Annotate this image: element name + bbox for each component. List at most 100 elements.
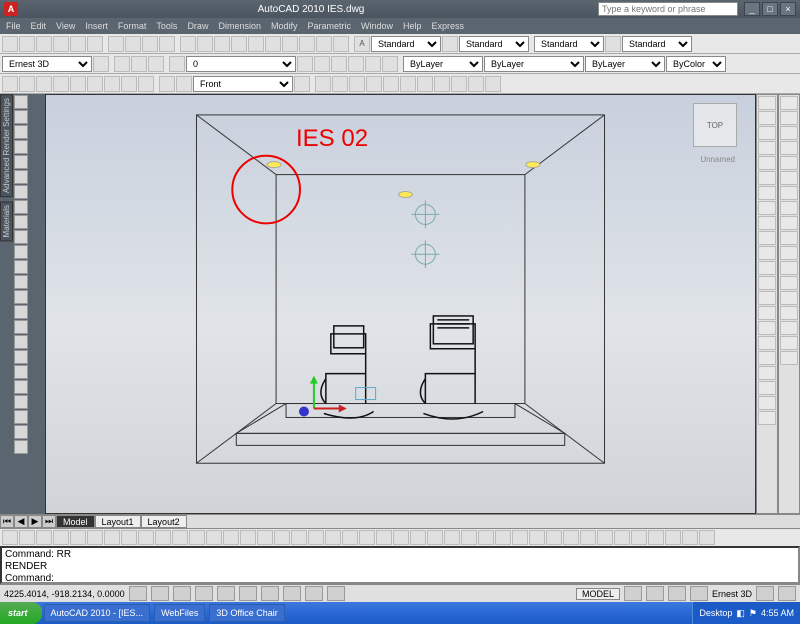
mod-icon[interactable]	[780, 186, 798, 200]
mod-icon[interactable]	[780, 276, 798, 290]
menu-help[interactable]: Help	[403, 21, 422, 31]
textstyle-combo[interactable]: Standard	[371, 36, 441, 52]
command-window[interactable]: Command: RR RENDER Command:	[0, 546, 800, 584]
dim-icon[interactable]	[349, 76, 365, 92]
tool-icon[interactable]	[189, 530, 205, 545]
mod-icon[interactable]	[758, 276, 776, 290]
tool-icon[interactable]	[376, 530, 392, 545]
osnap-toggle[interactable]	[217, 586, 235, 601]
ellipse-icon[interactable]	[14, 170, 28, 184]
polar-toggle[interactable]	[195, 586, 213, 601]
tool-icon[interactable]	[19, 530, 35, 545]
arc-icon[interactable]	[14, 140, 28, 154]
zoom-icon[interactable]	[104, 76, 120, 92]
tool-icon[interactable]	[648, 530, 664, 545]
tool-icon[interactable]	[131, 56, 147, 72]
taskbar-item-officechair[interactable]: 3D Office Chair	[209, 604, 284, 622]
tool-icon[interactable]	[53, 530, 69, 545]
tool-icon[interactable]	[393, 530, 409, 545]
text-icon[interactable]	[14, 200, 28, 214]
show-desktop[interactable]: Desktop	[699, 608, 732, 618]
tool-icon[interactable]	[325, 530, 341, 545]
app-logo-icon[interactable]: A	[4, 2, 18, 16]
menu-insert[interactable]: Insert	[85, 21, 108, 31]
mod-icon[interactable]	[780, 126, 798, 140]
tab-layout2[interactable]: Layout2	[141, 515, 187, 528]
menu-express[interactable]: Express	[432, 21, 465, 31]
tool-icon[interactable]	[529, 530, 545, 545]
tool-icon[interactable]	[14, 425, 28, 439]
tool-icon[interactable]	[14, 410, 28, 424]
tool-icon[interactable]	[631, 530, 647, 545]
status-icon[interactable]	[690, 586, 708, 601]
undo-icon[interactable]	[70, 36, 86, 52]
status-icon[interactable]	[624, 586, 642, 601]
tablestyle-combo[interactable]: Standard	[534, 36, 604, 52]
mod-icon[interactable]	[758, 171, 776, 185]
mod-icon[interactable]	[780, 201, 798, 215]
zoom-icon[interactable]	[2, 76, 18, 92]
view-icon[interactable]	[159, 76, 175, 92]
menu-draw[interactable]: Draw	[187, 21, 208, 31]
mod-icon[interactable]	[758, 246, 776, 260]
lwt-toggle[interactable]	[305, 586, 323, 601]
taskbar-item-webfiles[interactable]: WebFiles	[154, 604, 205, 622]
mod-icon[interactable]	[780, 261, 798, 275]
otrack-toggle[interactable]	[239, 586, 257, 601]
save-icon[interactable]	[36, 36, 52, 52]
tool-icon[interactable]	[342, 530, 358, 545]
print-icon[interactable]	[53, 36, 69, 52]
match-icon[interactable]	[159, 36, 175, 52]
tool-icon[interactable]	[291, 530, 307, 545]
tray-icon[interactable]: ⚑	[749, 608, 757, 619]
mod-icon[interactable]	[758, 126, 776, 140]
tool-icon[interactable]	[172, 530, 188, 545]
zoom-icon[interactable]	[70, 76, 86, 92]
mod-icon[interactable]	[780, 156, 798, 170]
zoom-icon[interactable]	[36, 76, 52, 92]
tool-icon[interactable]	[699, 530, 715, 545]
tool-icon[interactable]	[563, 530, 579, 545]
mod-icon[interactable]	[780, 321, 798, 335]
mod-icon[interactable]	[758, 141, 776, 155]
tool-icon[interactable]	[36, 530, 52, 545]
tool-icon[interactable]	[14, 350, 28, 364]
tool-icon[interactable]	[597, 530, 613, 545]
zoom-icon[interactable]	[87, 76, 103, 92]
tool-icon[interactable]	[14, 440, 28, 454]
mod-icon[interactable]	[758, 231, 776, 245]
qp-toggle[interactable]	[327, 586, 345, 601]
status-icon[interactable]	[646, 586, 664, 601]
tool-icon[interactable]	[257, 530, 273, 545]
tool-icon[interactable]	[605, 36, 621, 52]
dim-icon[interactable]	[315, 76, 331, 92]
snap-toggle[interactable]	[129, 586, 147, 601]
mod-icon[interactable]	[758, 411, 776, 425]
ducs-toggle[interactable]	[261, 586, 279, 601]
tool-icon[interactable]	[248, 36, 264, 52]
dyn-toggle[interactable]	[283, 586, 301, 601]
tool-icon[interactable]	[580, 530, 596, 545]
mod-icon[interactable]	[780, 216, 798, 230]
layer-icon[interactable]	[169, 56, 185, 72]
tool-icon[interactable]	[299, 36, 315, 52]
tab-prev-icon[interactable]: ◀	[14, 515, 28, 528]
taskbar-item-autocad[interactable]: AutoCAD 2010 - [IES...	[44, 604, 151, 622]
zoom-icon[interactable]	[19, 76, 35, 92]
plotstyle-combo[interactable]: ByColor	[666, 56, 726, 72]
drawing-viewport[interactable]: IES 02 TOP Unnamed	[45, 94, 756, 514]
mod-icon[interactable]	[758, 201, 776, 215]
new-icon[interactable]	[2, 36, 18, 52]
dim-icon[interactable]	[332, 76, 348, 92]
tool-icon[interactable]	[14, 230, 28, 244]
workspace-label[interactable]: Ernest 3D	[712, 589, 752, 599]
tab-layout1[interactable]: Layout1	[95, 515, 141, 528]
dim-icon[interactable]	[451, 76, 467, 92]
tool-icon[interactable]	[348, 56, 364, 72]
mod-icon[interactable]	[758, 291, 776, 305]
tool-icon[interactable]	[14, 335, 28, 349]
tool-icon[interactable]	[214, 36, 230, 52]
tool-icon[interactable]	[14, 320, 28, 334]
view-icon[interactable]	[294, 76, 310, 92]
tool-icon[interactable]	[297, 56, 313, 72]
